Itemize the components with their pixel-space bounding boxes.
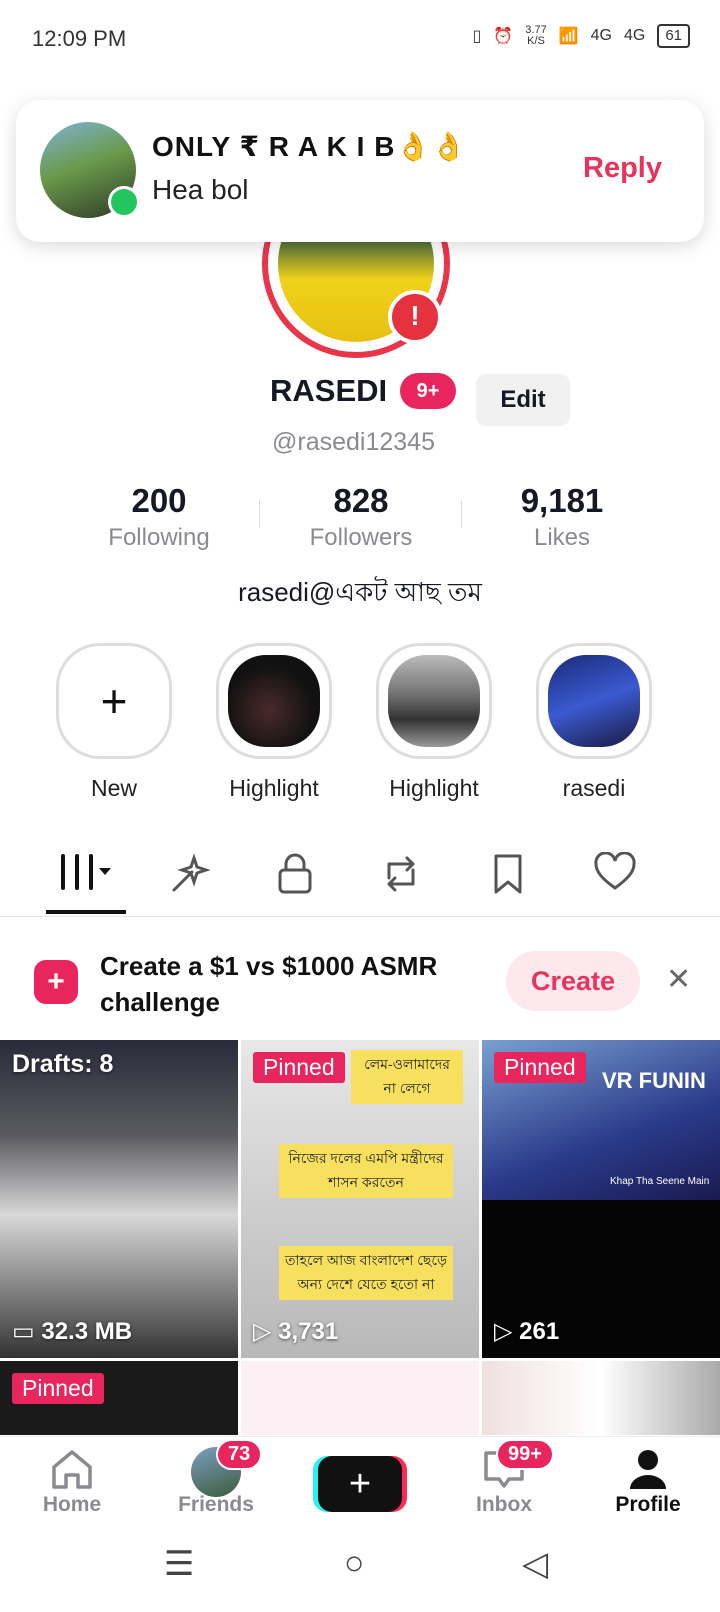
following-count: 200 [131, 482, 187, 519]
highlight-circle: + [56, 643, 172, 759]
nav-home[interactable]: Home [12, 1447, 132, 1517]
stat-followers[interactable]: 828 Followers [276, 482, 446, 552]
highlight-circle [216, 643, 332, 759]
friends-badge: 73 [216, 1439, 263, 1470]
wifi-icon: 📶 [558, 28, 579, 45]
edit-profile-button[interactable]: Edit [476, 374, 570, 426]
online-indicator [108, 186, 140, 218]
alarm-icon: ⏰ [493, 28, 514, 45]
profile-icon [588, 1447, 708, 1493]
warning-icon[interactable]: ! [388, 290, 442, 344]
repost-icon[interactable] [366, 852, 436, 908]
sender-name: ONLY ₹ R A K I B👌👌 [152, 131, 468, 162]
create-video-button[interactable]: + [318, 1456, 402, 1512]
display-name: RASEDI [270, 373, 388, 408]
nav-home-label: Home [42, 1493, 102, 1516]
sparkle-icon[interactable] [155, 852, 225, 908]
likes-label: Likes [533, 524, 591, 551]
signal-1: 4G [590, 27, 612, 44]
profile-tabs [0, 851, 720, 917]
likes-count: 9,181 [520, 482, 604, 519]
name-badge[interactable]: 9+ [400, 373, 456, 409]
highlight-label: Highlight [389, 775, 479, 801]
notification-message: Hea bol [152, 174, 249, 205]
battery-icon: 61 [657, 24, 690, 48]
bookmark-icon[interactable] [473, 852, 543, 908]
video-caption: নিজের দলের এমপি মন্ত্রীদের শাসন করতেন [279, 1144, 453, 1198]
highlight-circle [536, 643, 652, 759]
drafts-size: ▭ 32.3 MB [12, 1318, 133, 1345]
recent-apps-icon[interactable]: ☰ [164, 1544, 194, 1584]
nav-profile-label: Profile [615, 1493, 681, 1516]
highlight-item[interactable]: Highlight [214, 643, 334, 802]
active-tab-indicator [46, 910, 126, 914]
clock: 12:09 PM [32, 26, 127, 51]
back-icon[interactable]: ◁ [522, 1544, 548, 1584]
vr-funin-sign: VR FUNIN [602, 1068, 706, 1093]
pinned-badge: Pinned [12, 1373, 104, 1404]
following-label: Following [108, 524, 210, 551]
drafts-label: Drafts: 8 [12, 1050, 114, 1078]
home-icon [12, 1447, 132, 1493]
highlight-item[interactable]: Highlight [374, 643, 494, 802]
highlight-thumbnail [228, 655, 320, 747]
highlight-new[interactable]: + New [54, 643, 174, 802]
message-notification[interactable]: ONLY ₹ R A K I B👌👌 Hea bol Reply [16, 100, 704, 242]
highlight-label: rasedi [562, 775, 626, 801]
challenge-banner-text: Create a $1 vs $1000 ASMR challenge [100, 951, 438, 1017]
video-caption: লেম-ওলামাদের না লেগে [351, 1050, 463, 1104]
play-icon: ▷ [253, 1318, 272, 1345]
video-tile[interactable] [482, 1361, 720, 1435]
highlight-label: Highlight [229, 775, 319, 801]
create-plus-icon: + [34, 960, 78, 1004]
pinned-badge: Pinned [253, 1052, 345, 1083]
stat-divider [461, 500, 462, 528]
system-navigation: ☰ ○ ◁ [0, 1530, 720, 1612]
create-button[interactable]: Create [506, 951, 640, 1011]
reply-button[interactable]: Reply [583, 152, 662, 185]
followers-count: 828 [333, 482, 389, 519]
highlight-item[interactable]: rasedi [534, 643, 654, 802]
highlight-label: New [90, 775, 137, 801]
nav-inbox-label: Inbox [476, 1493, 532, 1516]
network-speed: 3.77 K/S [525, 24, 547, 47]
username-handle: @rasedi12345 [272, 428, 435, 456]
status-bar: 12:09 PM ▯ ⏰ 3.77 K/S 📶 4G 4G 61 [0, 0, 720, 80]
status-icons: ▯ ⏰ 3.77 K/S 📶 4G 4G 61 [473, 24, 690, 48]
profile-bio: rasedi@একট আছ তম [238, 577, 482, 607]
view-count: ▷ 3,731 [253, 1318, 339, 1345]
nav-friends-label: Friends [178, 1493, 254, 1516]
stat-divider [259, 500, 260, 528]
pinned-badge: Pinned [494, 1052, 586, 1083]
nav-profile[interactable]: Profile [588, 1447, 708, 1517]
heart-icon[interactable] [580, 851, 650, 908]
vibrate-icon: ▯ [472, 28, 482, 45]
close-icon[interactable]: ✕ [666, 962, 691, 997]
view-count: ▷ 261 [494, 1318, 560, 1345]
video-tile[interactable] [241, 1361, 479, 1435]
video-caption: তাহলে আজ বাংলাদেশ ছেড়ে অন্য দেশে যেতে হত… [279, 1246, 453, 1300]
stat-following[interactable]: 200 Following [74, 482, 244, 552]
highlight-thumbnail [388, 655, 480, 747]
highlight-circle [376, 643, 492, 759]
signal-2: 4G [623, 27, 646, 44]
lock-icon[interactable] [260, 852, 330, 908]
followers-label: Followers [309, 524, 413, 551]
home-button-icon[interactable]: ○ [344, 1544, 365, 1583]
grid-icon[interactable] [50, 852, 120, 908]
stat-likes[interactable]: 9,181 Likes [477, 482, 647, 552]
video-tile[interactable]: VR FUNIN Khap Tha Seene Main Pinned ▷ 26… [482, 1040, 720, 1358]
video-tile[interactable]: Pinned [0, 1361, 238, 1435]
video-subtitle: Khap Tha Seene Main [610, 1176, 710, 1187]
video-tile[interactable]: Pinned লেম-ওলামাদের না লেগে নিজের দলের এম… [241, 1040, 479, 1358]
plus-icon: + [100, 675, 128, 727]
folder-icon: ▭ [12, 1318, 35, 1345]
inbox-badge: 99+ [496, 1439, 554, 1470]
highlight-thumbnail [548, 655, 640, 747]
drafts-tile[interactable]: Drafts: 8 ▭ 32.3 MB [0, 1040, 238, 1358]
play-icon: ▷ [494, 1318, 513, 1345]
